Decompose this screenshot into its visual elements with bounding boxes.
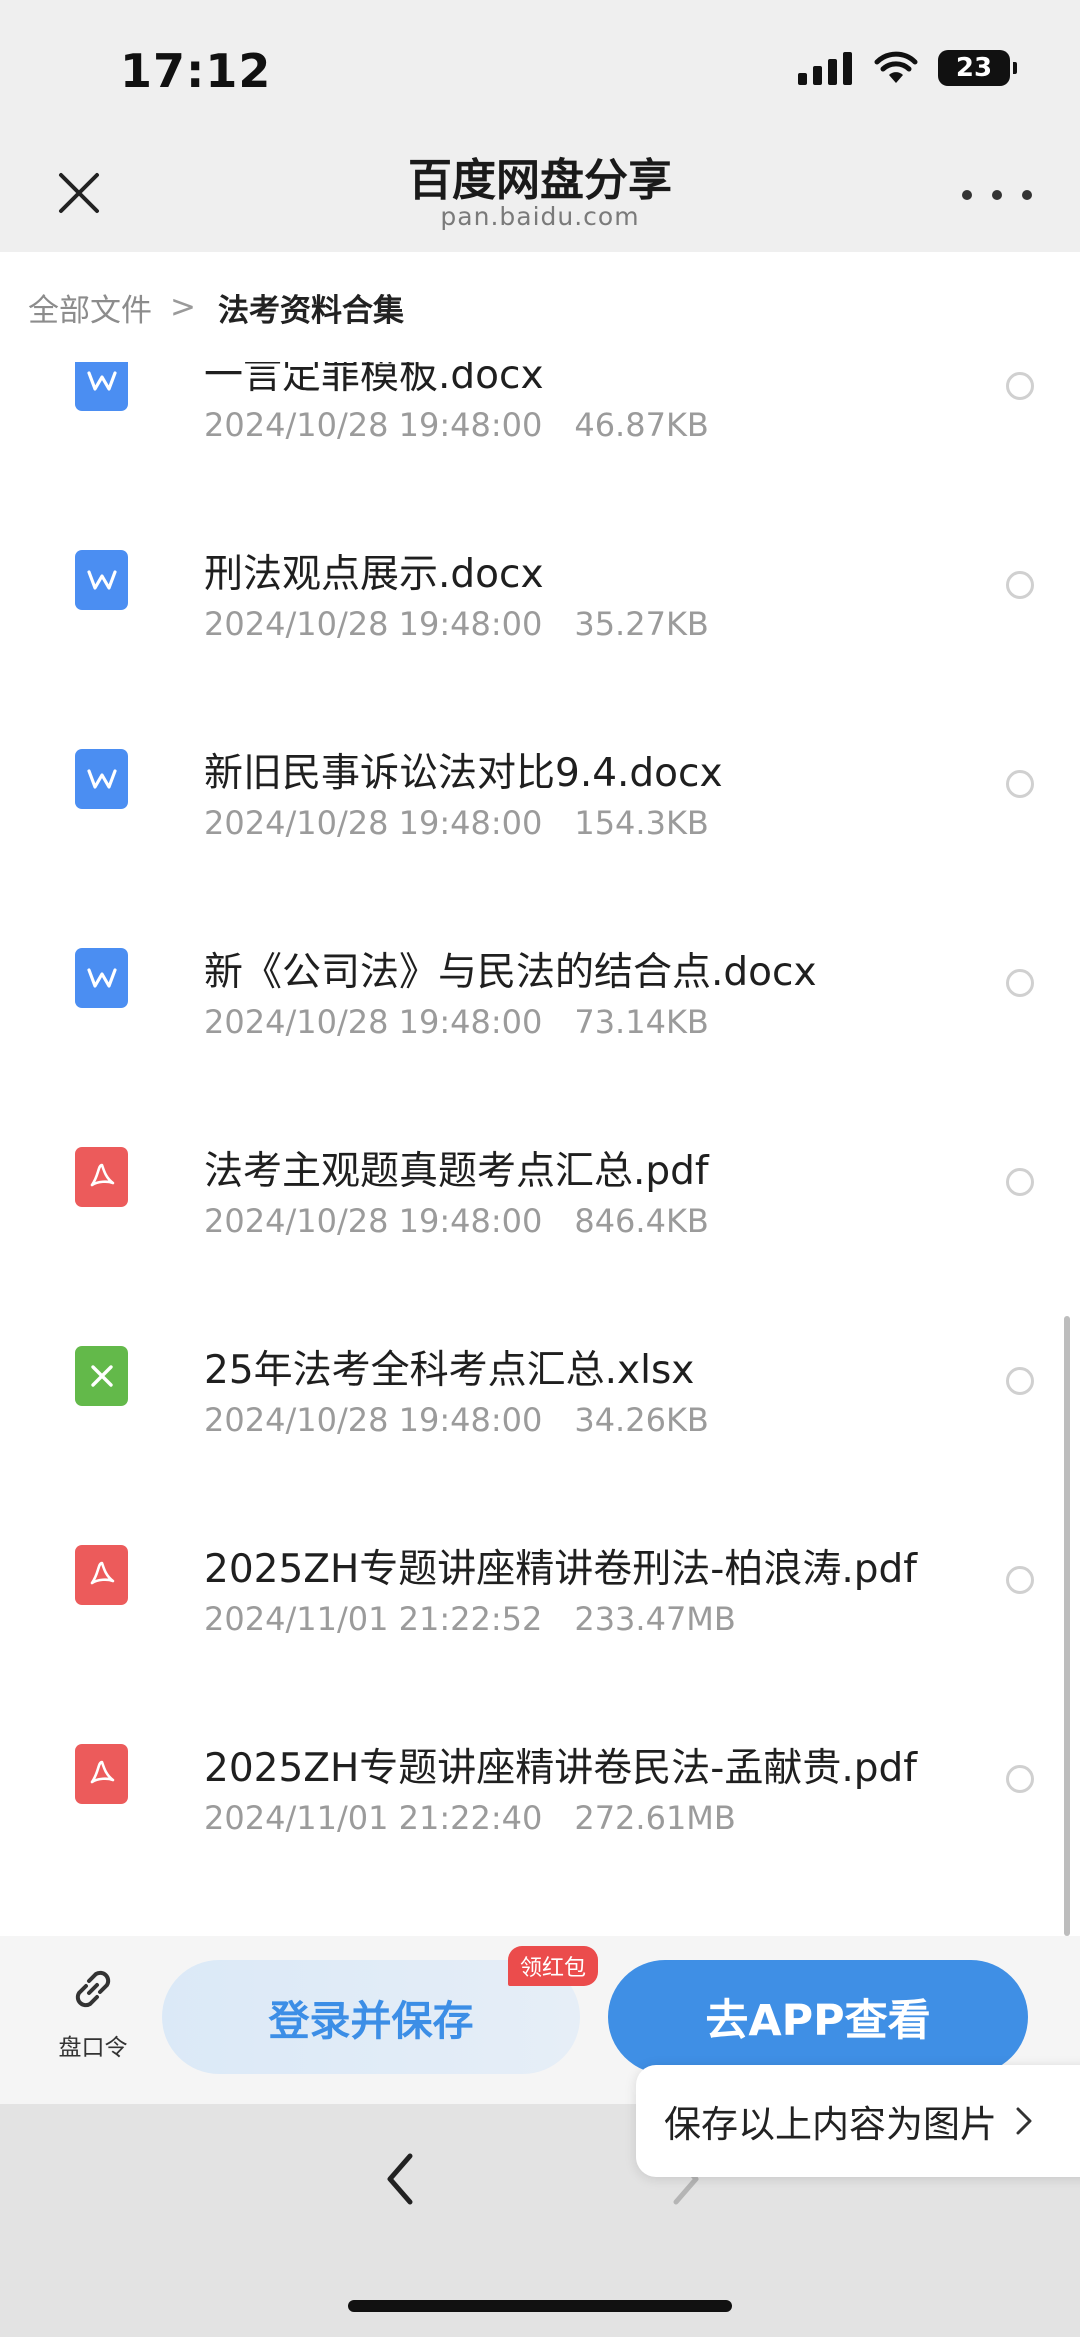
page-title: 百度网盘分享 bbox=[408, 155, 672, 206]
file-meta: 2024/11/01 21:22:40 272.61MB bbox=[204, 1799, 736, 1837]
file-date: 2024/10/28 19:48:00 bbox=[204, 1003, 543, 1041]
file-date: 2024/10/28 19:48:00 bbox=[204, 804, 543, 842]
back-arrow-icon[interactable] bbox=[376, 2144, 426, 2214]
nav-bar: 百度网盘分享 pan.baidu.com bbox=[0, 140, 1080, 252]
file-date: 2024/10/28 19:48:00 bbox=[204, 1401, 543, 1439]
breadcrumb: 全部文件 > 法考资料合集 bbox=[0, 252, 1080, 362]
chevron-right-icon bbox=[1016, 2107, 1032, 2135]
file-meta: 2024/10/28 19:48:00 846.4KB bbox=[204, 1202, 709, 1240]
select-checkbox[interactable] bbox=[1006, 1566, 1034, 1594]
file-size: 34.26KB bbox=[574, 1401, 709, 1439]
file-name: 刑法观点展示.docx bbox=[204, 552, 544, 597]
pdf-file-icon bbox=[75, 1545, 128, 1605]
save-as-image-label: 保存以上内容为图片 bbox=[664, 2103, 997, 2146]
scrollbar[interactable] bbox=[1064, 1316, 1070, 1936]
battery-indicator: 23 bbox=[938, 50, 1017, 86]
select-checkbox[interactable] bbox=[1006, 1168, 1034, 1196]
select-checkbox[interactable] bbox=[1006, 1765, 1034, 1793]
file-row[interactable]: 2025ZH专题讲座精讲卷民法-孟献贵.pdf 2024/11/01 21:22… bbox=[0, 1691, 1080, 1890]
file-date: 2024/10/28 19:48:00 bbox=[204, 406, 543, 444]
file-size: 154.3KB bbox=[574, 804, 709, 842]
file-date: 2024/11/01 21:22:52 bbox=[204, 1600, 543, 1638]
pancode-button[interactable]: 盘口令 bbox=[48, 1960, 138, 2062]
select-checkbox[interactable] bbox=[1006, 571, 1034, 599]
file-meta: 2024/10/28 19:48:00 154.3KB bbox=[204, 804, 709, 842]
file-meta: 2024/10/28 19:48:00 46.87KB bbox=[204, 406, 709, 444]
file-row[interactable]: 新旧民事诉讼法对比9.4.docx 2024/10/28 19:48:00 154… bbox=[0, 696, 1080, 895]
word-file-icon bbox=[75, 550, 128, 610]
link-icon bbox=[75, 1970, 111, 2008]
save-as-image-popup[interactable]: 保存以上内容为图片 bbox=[636, 2065, 1080, 2177]
file-name: 2025ZH专题讲座精讲卷刑法-柏浪涛.pdf bbox=[204, 1547, 918, 1592]
file-size: 846.4KB bbox=[574, 1202, 709, 1240]
more-options-button[interactable] bbox=[962, 170, 1032, 220]
pancode-label: 盘口令 bbox=[58, 2035, 128, 2061]
file-size: 46.87KB bbox=[574, 406, 709, 444]
select-checkbox[interactable] bbox=[1006, 770, 1034, 798]
file-meta: 2024/10/28 19:48:00 34.26KB bbox=[204, 1401, 709, 1439]
file-meta: 2024/11/01 21:22:52 233.47MB bbox=[204, 1600, 736, 1638]
breadcrumb-root[interactable]: 全部文件 bbox=[28, 285, 152, 330]
select-checkbox[interactable] bbox=[1006, 969, 1034, 997]
select-checkbox[interactable] bbox=[1006, 1367, 1034, 1395]
file-row[interactable]: 2025ZH专题讲座精讲卷刑法-柏浪涛.pdf 2024/11/01 21:22… bbox=[0, 1492, 1080, 1691]
home-indicator bbox=[348, 2300, 732, 2312]
file-size: 73.14KB bbox=[574, 1003, 709, 1041]
breadcrumb-separator: > bbox=[170, 289, 196, 325]
file-name: 2025ZH专题讲座精讲卷民法-孟献贵.pdf bbox=[204, 1746, 918, 1791]
excel-file-icon bbox=[75, 1346, 128, 1406]
word-file-icon bbox=[75, 948, 128, 1008]
status-bar: 17:12 23 bbox=[0, 0, 1080, 140]
file-list: 一言定罪模板.docx 2024/10/28 19:48:00 46.87KB 刑… bbox=[0, 298, 1080, 1890]
red-packet-badge[interactable]: 领红包 bbox=[508, 1946, 599, 1986]
file-meta: 2024/10/28 19:48:00 73.14KB bbox=[204, 1003, 709, 1041]
file-size: 35.27KB bbox=[574, 605, 709, 643]
file-name: 新旧民事诉讼法对比9.4.docx bbox=[204, 751, 723, 796]
status-time: 17:12 bbox=[120, 44, 272, 98]
status-icons: 23 bbox=[798, 50, 1017, 86]
file-name: 法考主观题真题考点汇总.pdf bbox=[204, 1149, 709, 1194]
file-row[interactable]: 新《公司法》与民法的结合点.docx 2024/10/28 19:48:00 73… bbox=[0, 895, 1080, 1094]
file-row[interactable]: 25年法考全科考点汇总.xlsx 2024/10/28 19:48:00 34.2… bbox=[0, 1293, 1080, 1492]
file-size: 233.47MB bbox=[574, 1600, 736, 1638]
file-meta: 2024/10/28 19:48:00 35.27KB bbox=[204, 605, 709, 643]
select-checkbox[interactable] bbox=[1006, 372, 1034, 400]
file-row[interactable]: 法考主观题真题考点汇总.pdf 2024/10/28 19:48:00 846.4… bbox=[0, 1094, 1080, 1293]
breadcrumb-current: 法考资料合集 bbox=[217, 292, 404, 329]
cellular-signal-icon bbox=[798, 51, 852, 85]
file-date: 2024/10/28 19:48:00 bbox=[204, 605, 543, 643]
open-app-button[interactable]: 去APP查看 bbox=[608, 1960, 1028, 2074]
word-file-icon bbox=[75, 749, 128, 809]
wifi-icon bbox=[874, 51, 918, 83]
file-browser: 全部文件 > 法考资料合集 一言定罪模板.docx 2024/10/28 19:… bbox=[0, 252, 1080, 1936]
pdf-file-icon bbox=[75, 1147, 128, 1207]
file-date: 2024/10/28 19:48:00 bbox=[204, 1202, 543, 1240]
file-size: 272.61MB bbox=[574, 1799, 736, 1837]
file-name: 新《公司法》与民法的结合点.docx bbox=[204, 950, 817, 995]
file-date: 2024/11/01 21:22:40 bbox=[204, 1799, 543, 1837]
file-row[interactable]: 刑法观点展示.docx 2024/10/28 19:48:00 35.27KB bbox=[0, 497, 1080, 696]
file-name: 25年法考全科考点汇总.xlsx bbox=[204, 1348, 695, 1393]
more-dots-icon bbox=[962, 190, 972, 200]
page-subtitle: pan.baidu.com bbox=[440, 202, 640, 231]
pdf-file-icon bbox=[75, 1744, 128, 1804]
